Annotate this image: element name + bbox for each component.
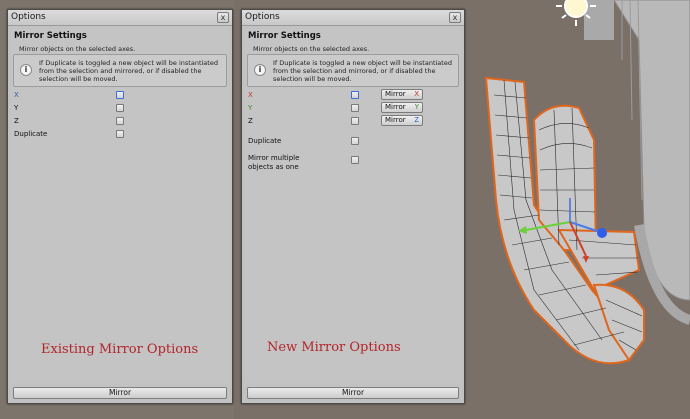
info-icon: i [20,64,32,76]
close-button[interactable]: x [217,12,229,23]
mirror-y-button[interactable]: Mirror Y [381,102,423,113]
checkbox-x[interactable] [351,91,359,99]
checkbox-y[interactable] [116,104,124,112]
checkbox-y[interactable] [351,104,359,112]
description-text: Mirror objects on the selected axes. [19,45,136,53]
close-button[interactable]: x [449,12,461,23]
window-titlebar[interactable]: Options x [242,10,464,26]
window-content: Mirror Settings Mirror objects on the se… [245,29,461,383]
axis-label-x: X [248,91,253,99]
mirror-button[interactable]: Mirror [247,387,459,399]
mirror-z-label: Mirror [385,116,406,124]
window-titlebar[interactable]: Options x [8,10,232,26]
options-window-existing: Options x Mirror Settings Mirror objects… [7,9,233,404]
description-text: Mirror objects on the selected axes. [253,45,370,53]
help-box: i If Duplicate is toggled a new object w… [247,54,459,87]
info-icon: i [254,64,266,76]
mirror-x-label: Mirror [385,90,406,98]
option-label-duplicate: Duplicate [14,130,48,138]
help-text: If Duplicate is toggled a new object wil… [39,59,218,83]
section-title: Mirror Settings [248,31,321,41]
axis-label-y: Y [248,104,253,112]
axis-label-z: Z [248,117,253,125]
checkbox-duplicate[interactable] [351,137,359,145]
mirror-x-button[interactable]: Mirror X [381,89,423,100]
checkbox-z[interactable] [116,117,124,125]
checkbox-duplicate[interactable] [116,130,124,138]
checkbox-mirror-multiple[interactable] [351,156,359,164]
option-label-multiple-line2: objects as one [248,163,299,171]
option-label-z: Z [14,117,19,125]
mirror-x-axis: X [414,90,419,98]
option-label-multiple-line1: Mirror multiple [248,154,300,162]
checkbox-x[interactable] [116,91,124,99]
help-box: i If Duplicate is toggled a new object w… [13,54,227,87]
window-title: Options [11,12,46,22]
mirror-y-label: Mirror [385,103,406,111]
mirror-z-button[interactable]: Mirror Z [381,115,423,126]
mirror-button[interactable]: Mirror [13,387,227,399]
mirrored-mesh[interactable] [484,76,645,365]
section-title: Mirror Settings [14,31,87,41]
caption-existing: Existing Mirror Options [41,342,199,357]
help-text: If Duplicate is toggled a new object wil… [273,59,452,83]
options-window-new: Options x Mirror Settings Mirror objects… [241,9,465,404]
mirror-z-axis: Z [414,116,419,124]
option-label-x: X [14,91,19,99]
option-label-duplicate: Duplicate [248,137,282,145]
mirror-y-axis: Y [414,103,419,111]
option-label-y: Y [14,104,19,112]
caption-new: New Mirror Options [267,340,401,355]
checkbox-z[interactable] [351,117,359,125]
window-title: Options [245,12,280,22]
window-content: Mirror Settings Mirror objects on the se… [11,29,229,383]
